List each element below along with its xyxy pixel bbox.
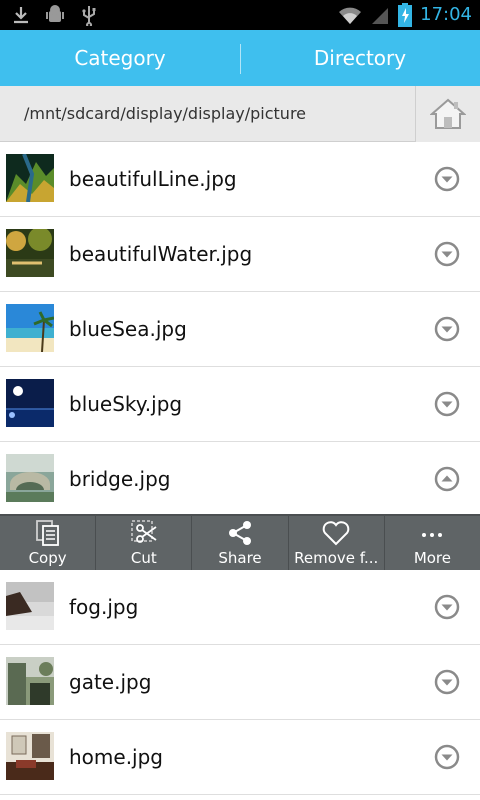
list-item[interactable]: gate.jpg [0, 645, 480, 720]
remove-favorite-label: Remove f... [294, 549, 379, 567]
copy-button[interactable]: Copy [0, 516, 97, 570]
remove-favorite-button[interactable]: Remove f... [289, 516, 385, 570]
file-name: blueSea.jpg [69, 317, 187, 341]
heart-icon [322, 521, 350, 546]
list-item[interactable]: beautifulWater.jpg [0, 217, 480, 292]
thumbnail-image [6, 154, 54, 202]
list-item[interactable]: home.jpg [0, 720, 480, 795]
file-name: beautifulWater.jpg [69, 242, 253, 266]
thumbnail-image [6, 379, 54, 427]
file-name: blueSky.jpg [69, 392, 183, 416]
list-item[interactable]: blueSky.jpg [0, 367, 480, 442]
path-bar: /mnt/sdcard/display/display/picture [0, 86, 480, 142]
clock: 17:04 [420, 4, 472, 25]
expand-icon[interactable] [434, 744, 460, 770]
download-icon [14, 7, 28, 24]
thumbnail-image [6, 657, 54, 705]
home-icon [430, 98, 466, 129]
battery-charging-icon [398, 3, 413, 27]
thumbnail-image [6, 229, 54, 277]
file-name: fog.jpg [69, 595, 139, 619]
more-button[interactable]: More [385, 516, 480, 570]
file-name: gate.jpg [69, 670, 152, 694]
signal-icon [372, 8, 389, 24]
cut-label: Cut [130, 549, 157, 567]
thumbnail-image [6, 582, 54, 630]
file-list-continued: fog.jpg gate.jpg home.jpg [0, 570, 480, 795]
more-icon [422, 533, 443, 537]
expand-icon[interactable] [434, 316, 460, 342]
list-item[interactable]: blueSea.jpg [0, 292, 480, 367]
usb-icon [82, 6, 96, 26]
list-item[interactable]: fog.jpg [0, 570, 480, 645]
cut-button[interactable]: Cut [96, 516, 193, 570]
current-path: /mnt/sdcard/display/display/picture [24, 104, 307, 123]
file-name: home.jpg [69, 745, 164, 769]
scissors-icon [131, 520, 157, 543]
share-icon [229, 521, 251, 545]
file-list: beautifulLine.jpg beautifulWater.jpg blu… [0, 142, 480, 517]
file-action-bar: Copy Cut Share Remove f... More [0, 514, 480, 570]
copy-icon [35, 520, 59, 546]
tab-directory[interactable]: Directory [240, 30, 480, 86]
thumbnail-image [6, 454, 54, 502]
thumbnail-image [6, 304, 54, 352]
expand-icon[interactable] [434, 391, 460, 417]
wifi-icon [339, 7, 362, 24]
android-debug-icon [46, 5, 64, 22]
file-name: beautifulLine.jpg [69, 167, 237, 191]
collapse-icon[interactable] [434, 466, 460, 492]
thumbnail-image [6, 732, 54, 780]
copy-label: Copy [28, 549, 67, 567]
more-label: More [413, 549, 451, 567]
expand-icon[interactable] [434, 669, 460, 695]
home-button[interactable] [415, 86, 480, 142]
status-bar: 17:04 [0, 0, 480, 30]
list-item[interactable]: beautifulLine.jpg [0, 142, 480, 217]
expand-icon[interactable] [434, 166, 460, 192]
expand-icon[interactable] [434, 241, 460, 267]
tab-category[interactable]: Category [0, 30, 240, 86]
share-button[interactable]: Share [192, 516, 289, 570]
file-name: bridge.jpg [69, 467, 171, 491]
expand-icon[interactable] [434, 594, 460, 620]
share-label: Share [218, 549, 262, 567]
list-item[interactable]: bridge.jpg [0, 442, 480, 517]
tab-bar: Category Directory [0, 30, 480, 116]
